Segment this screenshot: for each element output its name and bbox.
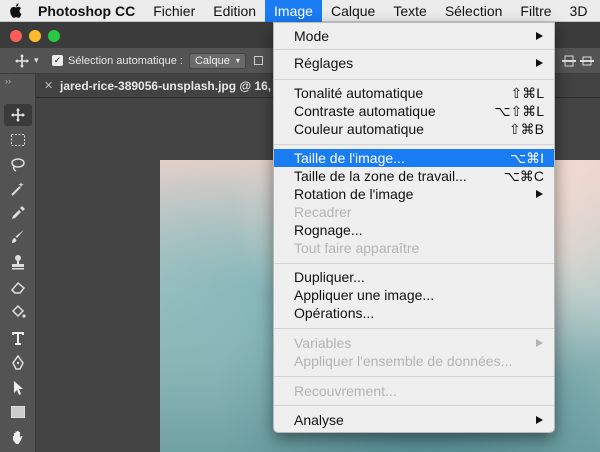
align-icon[interactable]: [560, 54, 596, 71]
document-title: jared-rice-389056-unsplash.jpg @ 16,: [60, 79, 272, 93]
menu-item-variables: Variables: [274, 334, 554, 352]
menu-texte[interactable]: Texte: [384, 0, 435, 22]
menu-separator: [274, 144, 554, 145]
menu-item-mode[interactable]: Mode: [274, 27, 554, 45]
lasso-tool-icon[interactable]: [4, 154, 32, 176]
menu-item-label: Opérations...: [294, 305, 375, 321]
menu-item-label: Couleur automatique: [294, 121, 424, 137]
chevron-down-icon[interactable]: ▾: [34, 55, 48, 66]
menu-item-analyse[interactable]: Analyse: [274, 411, 554, 429]
menu-item-tout-faire-apparaitre: Tout faire apparaître: [274, 239, 554, 257]
menu-item-appliquer-image[interactable]: Appliquer une image...: [274, 286, 554, 304]
move-tool-icon[interactable]: [4, 104, 32, 126]
submenu-arrow-icon: [536, 59, 543, 67]
menu-item-label: Mode: [294, 28, 330, 44]
menu-calque[interactable]: Calque: [322, 0, 384, 22]
stamp-tool-icon[interactable]: [4, 251, 32, 273]
auto-select-label: Sélection automatique :: [68, 54, 183, 67]
move-tool-icon[interactable]: [10, 53, 34, 69]
zoom-window-button[interactable]: [48, 30, 60, 42]
menu-selection[interactable]: Sélection: [436, 0, 512, 22]
menu-item-recadrer: Recadrer: [274, 203, 554, 221]
auto-select-checkbox[interactable]: ✓: [52, 55, 63, 66]
menu-item-reglages[interactable]: Réglages: [274, 54, 554, 72]
menu-app-name[interactable]: Photoshop CC: [30, 0, 144, 22]
menu-item-shortcut: ⇧⌘B: [508, 121, 544, 137]
menu-item-label: Rognage...: [294, 222, 363, 238]
menu-item-label: Dupliquer...: [294, 269, 365, 285]
menu-item-label: Réglages: [294, 55, 354, 71]
submenu-arrow-icon: [536, 190, 543, 198]
submenu-arrow-icon: [536, 339, 543, 347]
eyedropper-tool-icon[interactable]: [4, 202, 32, 224]
close-window-button[interactable]: [10, 30, 22, 42]
menu-item-shortcut: ⌥⌘I: [509, 150, 544, 166]
close-tab-icon[interactable]: ✕: [44, 79, 53, 92]
menu-item-label: Taille de l'image...: [294, 150, 405, 166]
menu-filtre[interactable]: Filtre: [511, 0, 560, 22]
menu-edition[interactable]: Edition: [204, 0, 265, 22]
apple-icon[interactable]: [0, 3, 30, 18]
transform-controls-checkbox[interactable]: [253, 56, 263, 65]
image-menu-dropdown: Mode Réglages Tonalité automatique ⇧⌘L Co…: [273, 22, 555, 433]
panel-collapse-icon[interactable]: ››: [5, 76, 11, 86]
menu-item-label: Recouvrement...: [294, 383, 397, 399]
menu-item-label: Taille de la zone de travail...: [294, 168, 467, 184]
menu-separator: [274, 49, 554, 50]
menu-item-rognage[interactable]: Rognage...: [274, 221, 554, 239]
menu-separator: [274, 405, 554, 406]
menu-item-taille-zone-travail[interactable]: Taille de la zone de travail... ⌥⌘C: [274, 167, 554, 185]
menu-item-shortcut: ⌥⌘C: [503, 168, 544, 184]
menu-item-contraste-auto[interactable]: Contraste automatique ⌥⇧⌘L: [274, 102, 554, 120]
menu-item-label: Tonalité automatique: [294, 85, 424, 101]
menu-item-label: Rotation de l'image: [294, 186, 414, 202]
menu-item-couleur-auto[interactable]: Couleur automatique ⇧⌘B: [274, 120, 554, 138]
menu-item-label: Recadrer: [294, 204, 352, 220]
minimize-window-button[interactable]: [29, 30, 41, 42]
mac-menubar: Photoshop CC Fichier Edition Image Calqu…: [0, 0, 600, 22]
menu-item-label: Variables: [294, 335, 352, 351]
menu-item-label: Contraste automatique: [294, 103, 436, 119]
menu-item-shortcut: ⇧⌘L: [510, 85, 544, 101]
eraser-tool-icon[interactable]: [4, 276, 32, 298]
paint-bucket-tool-icon[interactable]: [4, 301, 32, 323]
submenu-arrow-icon: [536, 416, 543, 424]
menu-separator: [274, 328, 554, 329]
menu-separator: [274, 79, 554, 80]
menu-item-appliquer-ensemble-donnees: Appliquer l'ensemble de données...: [274, 352, 554, 370]
brush-tool-icon[interactable]: [4, 226, 32, 248]
menu-item-operations[interactable]: Opérations...: [274, 304, 554, 322]
select-value: Calque: [194, 54, 230, 67]
menu-item-taille-image[interactable]: Taille de l'image... ⌥⌘I: [274, 149, 554, 167]
menu-fichier[interactable]: Fichier: [144, 0, 204, 22]
menu-separator: [274, 263, 554, 264]
rectangle-tool-icon[interactable]: [4, 401, 32, 423]
auto-select-target-select[interactable]: Calque ▾: [188, 52, 246, 69]
menu-separator: [274, 376, 554, 377]
menu-item-dupliquer[interactable]: Dupliquer...: [274, 268, 554, 286]
menu-item-label: Appliquer l'ensemble de données...: [294, 353, 513, 369]
menu-item-rotation-image[interactable]: Rotation de l'image: [274, 185, 554, 203]
menu-item-label: Tout faire apparaître: [294, 240, 420, 256]
submenu-arrow-icon: [536, 32, 543, 40]
menu-item-label: Analyse: [294, 412, 344, 428]
marquee-tool-icon[interactable]: [4, 129, 32, 151]
menu-item-label: Appliquer une image...: [294, 287, 435, 303]
type-tool-icon[interactable]: [4, 327, 32, 349]
menu-item-shortcut: ⌥⇧⌘L: [494, 103, 544, 119]
menu-item-recouvrement: Recouvrement...: [274, 382, 554, 400]
pen-tool-icon[interactable]: [4, 352, 32, 374]
menu-item-tonalite-auto[interactable]: Tonalité automatique ⇧⌘L: [274, 84, 554, 102]
tools-panel: ››: [0, 74, 36, 452]
menu-image[interactable]: Image: [265, 0, 322, 22]
menu-3d[interactable]: 3D: [561, 0, 597, 22]
magic-wand-tool-icon[interactable]: [4, 178, 32, 200]
hand-tool-icon[interactable]: [4, 426, 32, 448]
chevron-down-icon: ▾: [235, 56, 240, 65]
path-selection-tool-icon[interactable]: [4, 377, 32, 399]
